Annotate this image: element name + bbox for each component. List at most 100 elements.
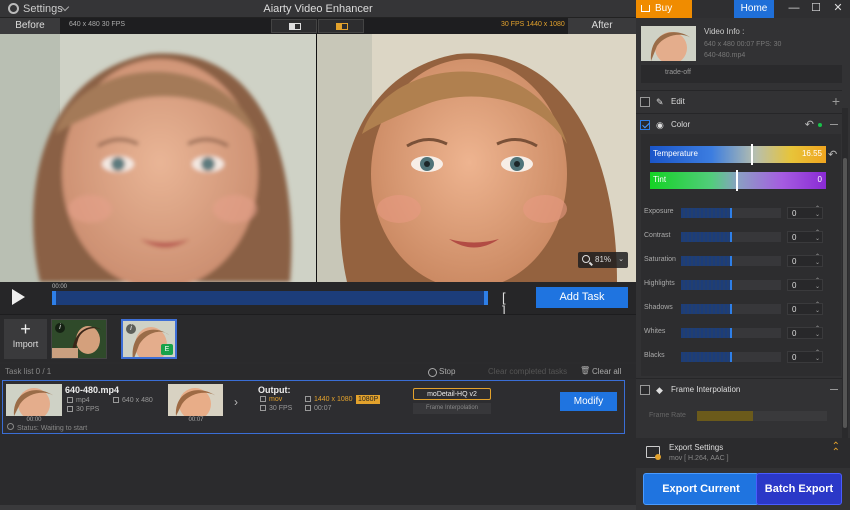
shadows-control: Shadows 0 [641, 301, 831, 317]
frame-interpolation-checkbox[interactable] [640, 385, 650, 395]
expand-icon[interactable]: + [832, 93, 840, 109]
import-button[interactable]: + Import [4, 319, 47, 359]
highlights-label: Highlights [644, 280, 675, 287]
collapse-icon[interactable] [830, 124, 838, 125]
color-section-header[interactable]: ◉ Color ↶ [636, 113, 842, 135]
frame-interpolation-header[interactable]: ◆ Frame Interpolation [636, 378, 842, 400]
batch-export-button[interactable]: Batch Export [756, 473, 842, 505]
contrast-stepper[interactable]: 0 [787, 230, 823, 243]
color-checkbox[interactable] [640, 120, 650, 130]
blacks-control: Blacks 0 [641, 349, 831, 365]
reset-icon[interactable]: ↶ [805, 118, 814, 131]
video-info-thumbnail [641, 26, 696, 61]
split-view-icon [336, 23, 348, 30]
ai-model-tag[interactable]: moDetail-HQ v2 [413, 388, 491, 400]
zoom-control[interactable]: 81% ⌄ [578, 252, 628, 268]
temperature-reset-icon[interactable]: ↶ [828, 148, 837, 161]
thumbnail-image [6, 384, 62, 416]
trim-start-handle[interactable] [52, 291, 56, 305]
before-video-preview[interactable] [0, 34, 316, 282]
temperature-label: Temperature [653, 149, 698, 158]
add-task-button[interactable]: Add Task [536, 287, 628, 308]
media-thumbnail[interactable]: i [51, 319, 107, 359]
trim-end-handle[interactable] [484, 291, 488, 305]
horizontal-scrollbar[interactable] [0, 505, 636, 510]
video-info-filename: 640-480.mp4 [704, 52, 746, 59]
source-fps: 30 FPS [67, 406, 99, 413]
thumb-time-end: 00:07 [188, 417, 204, 423]
exposure-stepper[interactable]: 0 [787, 206, 823, 219]
play-icon[interactable] [12, 289, 25, 305]
blacks-stepper[interactable]: 0 [787, 350, 823, 363]
saturation-control: Saturation 0 [641, 253, 831, 269]
chevron-right-icon: › [234, 395, 238, 409]
info-icon[interactable]: i [126, 324, 136, 334]
minimize-button[interactable]: — [783, 0, 805, 18]
task-thumbnail-end [168, 384, 223, 416]
whites-label: Whites [644, 328, 666, 335]
edit-section-header[interactable]: ✎ Edit + [636, 90, 842, 112]
task-thumbnail-start [6, 384, 62, 416]
panel-scrollbar[interactable] [842, 108, 848, 438]
blacks-slider[interactable] [681, 352, 781, 362]
single-view-icon [289, 23, 301, 30]
chevron-up-icon[interactable]: ⌃ ⌃ [832, 442, 840, 458]
task-card[interactable]: 00:00 640-480.mp4 mp4 30 FPS 640 x 480 0… [2, 380, 625, 434]
palette-icon: ◉ [656, 120, 664, 130]
after-info: 30 FPS 1440 x 1080 [501, 21, 565, 28]
edit-checkbox[interactable] [640, 97, 650, 107]
clear-completed-button[interactable]: Clear completed tasks [488, 367, 567, 376]
thumbnail-image [641, 26, 696, 61]
resolution-badge: 1080P [356, 395, 381, 404]
collapse-icon[interactable] [830, 389, 838, 390]
export-settings[interactable]: Export Settings mov [ H.264, AAC ] ⌃ ⌃ [636, 438, 850, 468]
modify-button[interactable]: Modify [560, 392, 617, 411]
compare-header: Before 640 x 480 30 FPS 30 FPS 1440 x 10… [0, 18, 636, 34]
app-title: Aiarty Video Enhancer [263, 3, 373, 15]
maximize-button[interactable]: ☐ [805, 0, 827, 18]
highlights-stepper[interactable]: 0 [787, 278, 823, 291]
tint-slider[interactable]: Tint 0 [650, 170, 826, 191]
blacks-label: Blacks [644, 352, 665, 359]
media-thumbnail-selected[interactable]: i E [121, 319, 177, 359]
shadows-slider[interactable] [681, 304, 781, 314]
frame-rate-control: Frame Rate [641, 408, 841, 424]
tint-value: 0 [817, 175, 822, 184]
after-video-preview[interactable] [317, 34, 636, 282]
source-resolution: 640 x 480 [113, 397, 153, 404]
after-frame-image [317, 34, 636, 282]
clear-all-button[interactable]: Clear all [580, 366, 621, 376]
home-button[interactable]: Home [734, 0, 774, 18]
info-icon[interactable]: i [55, 323, 65, 333]
view-mode-split-button[interactable] [318, 19, 364, 33]
export-settings-summary: mov [ H.264, AAC ] [669, 455, 729, 462]
title-bar: Settings Aiarty Video Enhancer [0, 0, 636, 18]
stop-button[interactable]: Stop [427, 367, 455, 377]
frame-interpolation-label: Frame Interpolation [671, 385, 741, 394]
buy-now-button[interactable]: Buy Now [636, 0, 692, 32]
tint-knob[interactable] [736, 170, 738, 191]
highlights-slider[interactable] [681, 280, 781, 290]
shadows-stepper[interactable]: 0 [787, 302, 823, 315]
contrast-slider[interactable] [681, 232, 781, 242]
saturation-stepper[interactable]: 0 [787, 254, 823, 267]
export-settings-title: Export Settings [669, 443, 724, 452]
exposure-slider[interactable] [681, 208, 781, 218]
whites-slider[interactable] [681, 328, 781, 338]
in-out-points-button[interactable]: [ ] [502, 291, 522, 317]
whites-stepper[interactable]: 0 [787, 326, 823, 339]
edit-label: Edit [671, 97, 685, 106]
export-settings-icon [646, 446, 661, 460]
temperature-slider[interactable]: Temperature 16.55 [650, 144, 826, 165]
temperature-knob[interactable] [751, 144, 753, 165]
view-mode-single-button[interactable] [271, 19, 317, 33]
saturation-slider[interactable] [681, 256, 781, 266]
temperature-value: 16.55 [801, 149, 822, 158]
thumbnail-image [168, 384, 223, 416]
chevron-down-icon: ⌄ [618, 256, 624, 263]
export-current-button[interactable]: Export Current [643, 473, 759, 505]
task-list-bar: Task list 0 / 1 Stop Clear completed tas… [0, 364, 636, 379]
timeline-track[interactable] [52, 291, 488, 305]
task-status: Status: Waiting to start [7, 423, 87, 432]
close-button[interactable]: ✕ [827, 0, 849, 18]
